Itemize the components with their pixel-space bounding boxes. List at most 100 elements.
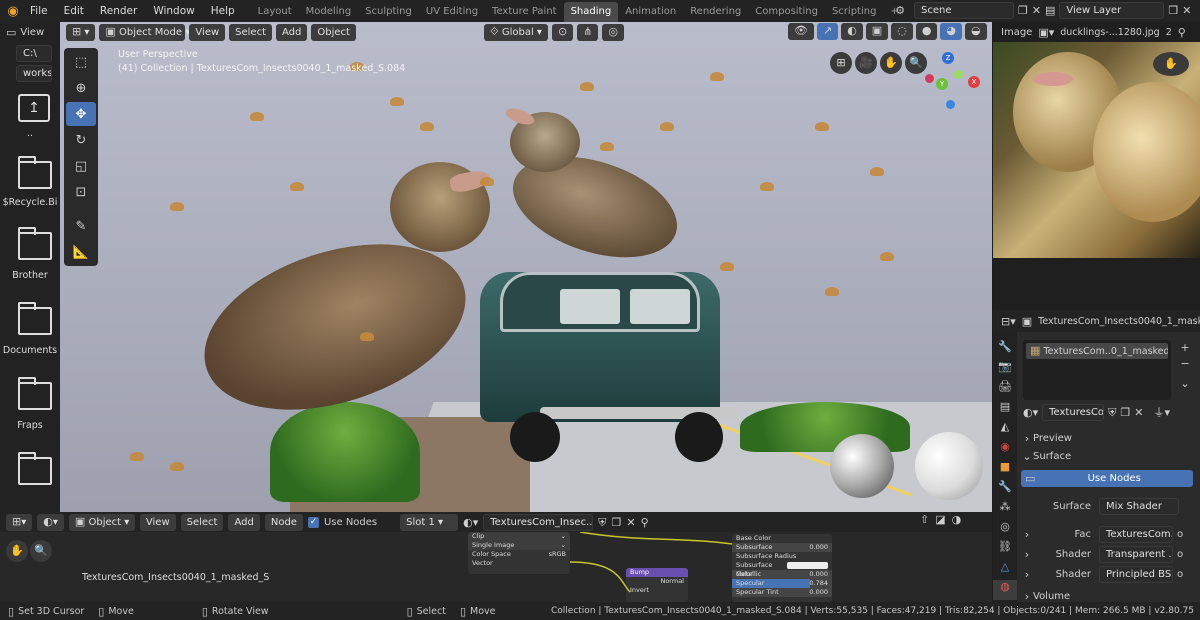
duplicate-material-icon[interactable]: ❐ [612, 517, 622, 528]
material-tab-icon[interactable]: ◍ [993, 580, 1017, 600]
gizmo-y-axis[interactable]: Y [936, 78, 948, 90]
node-menu-add[interactable]: Add [228, 513, 260, 531]
cursor-tool[interactable]: ⊕ [66, 76, 96, 100]
menu-file[interactable]: File [22, 0, 56, 22]
mode-selector[interactable]: ▣ Object Mode ▾ [99, 23, 190, 41]
surface-panel-header[interactable]: ⌄ Surface [1021, 446, 1197, 466]
viewport-menu-object[interactable]: Object [311, 23, 356, 41]
visibility-button[interactable]: 👁 [788, 23, 814, 40]
tab-texture-paint[interactable]: Texture Paint [485, 2, 564, 22]
shading-rendered[interactable]: ◒ [965, 23, 987, 40]
slot-selector[interactable]: Slot 1 ▾ [400, 513, 459, 531]
image-texture-node[interactable]: Clip ⌄ Single Image ⌄ Color Space sRGB Vect… [468, 532, 570, 574]
folder-label[interactable]: Fraps [0, 420, 60, 431]
snap-button[interactable]: ⋔ [577, 23, 599, 41]
shading-material[interactable]: ◕ [940, 23, 963, 40]
tab-shading[interactable]: Shading [563, 2, 619, 22]
duplicate-material-icon[interactable]: ❐ [1120, 407, 1130, 418]
data-tab-icon[interactable]: △ [993, 560, 1017, 580]
overlay-toggle[interactable]: ◐ [841, 23, 863, 40]
gizmo-neg-y[interactable] [954, 70, 963, 79]
menu-window[interactable]: Window [145, 0, 202, 22]
node-row[interactable]: Color Space sRGB [468, 550, 570, 559]
viewport-menu-view[interactable]: View [189, 23, 226, 41]
node-material-field[interactable]: TexturesCom_Insec... [483, 513, 594, 531]
viewport-menu-add[interactable]: Add [276, 23, 308, 41]
properties-icon[interactable]: ⊟▾ [1001, 316, 1016, 327]
material-sphere-icon[interactable]: ◐▾ [1023, 407, 1038, 418]
modifier-tab-icon[interactable]: 🔧 [993, 480, 1017, 500]
material-sphere-icon[interactable]: ◐▾ [463, 517, 478, 528]
tab-uv-editing[interactable]: UV Editing [419, 2, 485, 22]
surface-shader-field[interactable]: Mix Shader [1099, 497, 1179, 515]
scene-icon[interactable]: ⚙ [890, 5, 910, 16]
image-icon[interactable]: ▣▾ [1038, 27, 1054, 38]
folder-icon[interactable] [18, 452, 52, 485]
folder-icon[interactable] [18, 156, 52, 189]
filename-field[interactable]: works [16, 65, 52, 82]
add-slot-button[interactable]: + [1177, 340, 1193, 356]
transform-tool[interactable]: ⊡ [66, 180, 96, 204]
hand-icon[interactable]: ✋ [6, 540, 28, 562]
shading-wireframe[interactable]: ◌ [891, 23, 913, 40]
material-name-field[interactable]: TexturesCom... [1042, 404, 1105, 421]
use-nodes-checkbox[interactable]: ✓ [307, 516, 319, 528]
menu-help[interactable]: Help [203, 0, 243, 22]
view-layer-field[interactable]: View Layer [1059, 2, 1165, 19]
node-menu-view[interactable]: View [139, 513, 176, 531]
hand-icon[interactable]: ✋ [880, 52, 902, 74]
zoom-icon[interactable]: 🔍 [905, 52, 927, 74]
folder-icon[interactable] [18, 227, 52, 260]
tool-tab-icon[interactable]: 🔧 [993, 340, 1017, 360]
image-filename[interactable]: ducklings-...1280.jpg [1060, 27, 1159, 38]
file-browser-view-menu[interactable]: View [20, 27, 44, 38]
zoom-icon[interactable]: 🔍 [30, 540, 52, 562]
shader2-input-field[interactable]: Principled BS... [1099, 565, 1173, 583]
editor-type-button[interactable]: ⊞▾ [6, 513, 33, 531]
measure-tool[interactable]: 📐 [66, 240, 96, 264]
node-row[interactable]: Vector [468, 559, 570, 568]
fake-user-icon[interactable]: ⛨ [1108, 407, 1116, 418]
node-menu-select[interactable]: Select [180, 513, 224, 531]
grid-icon[interactable]: ⊞ [830, 52, 852, 74]
object-selector[interactable]: ▣ Object ▾ [68, 513, 135, 531]
path-field[interactable]: C:\ [16, 45, 52, 62]
use-nodes-button[interactable]: ▭ Use Nodes [1021, 470, 1193, 487]
pan-icon[interactable]: ✋ [1153, 52, 1189, 76]
folder-label[interactable]: Documents [0, 345, 60, 356]
chevron-right-icon[interactable]: › [1021, 549, 1033, 560]
color-swatch[interactable] [787, 562, 828, 569]
fake-user-icon[interactable]: ⛨ [598, 517, 606, 528]
3d-viewport[interactable]: ⊞ ▾ ▣ Object Mode ▾ View Select Add Obje… [60, 22, 992, 512]
world-tab-icon[interactable]: ◉ [993, 440, 1017, 460]
preview-panel-header[interactable]: › Preview [1021, 428, 1197, 448]
copy-icon[interactable]: ❐ [1018, 5, 1028, 16]
annotate-tool[interactable]: ✎ [66, 214, 96, 238]
shader-type-button[interactable]: ◐▾ [37, 513, 64, 531]
tab-scripting[interactable]: Scripting [825, 2, 883, 22]
editor-type-button[interactable]: ⊞ ▾ [66, 23, 96, 41]
pin-icon[interactable]: ⚲ [1178, 27, 1186, 38]
slot-menu-button[interactable]: ⌄ [1177, 376, 1193, 392]
chevron-right-icon[interactable]: › [1021, 529, 1033, 540]
close-icon[interactable]: ✕ [1182, 5, 1191, 16]
image-preview[interactable]: ✋ [993, 42, 1200, 258]
unlink-material-icon[interactable]: ✕ [1134, 407, 1143, 418]
tab-sculpting[interactable]: Sculpting [358, 2, 419, 22]
chevron-right-icon[interactable]: › [1021, 569, 1033, 580]
scene-field[interactable]: Scene [914, 2, 1014, 19]
unlink-material-icon[interactable]: ✕ [626, 517, 635, 528]
shader-editor[interactable]: ⊞▾ ◐▾ ▣ Object ▾ View Select Add Node ✓ … [0, 512, 992, 602]
parent-directory-icon[interactable]: ↥ [18, 94, 50, 122]
tab-layout[interactable]: Layout [251, 2, 299, 22]
xray-toggle[interactable]: ▣ [865, 23, 889, 40]
parent-directory-label[interactable]: .. [0, 128, 60, 139]
gizmo-neg-z[interactable] [946, 100, 955, 109]
tab-compositing[interactable]: Compositing [748, 2, 825, 22]
overlay-icon[interactable]: ◑ [952, 514, 962, 525]
tab-rendering[interactable]: Rendering [683, 2, 748, 22]
node-row[interactable]: Single Image ⌄ [468, 541, 570, 550]
constraints-tab-icon[interactable]: ⛓ [993, 540, 1017, 560]
folder-icon[interactable]: ▭ [6, 27, 16, 38]
node-row[interactable]: Clip ⌄ [468, 532, 570, 541]
